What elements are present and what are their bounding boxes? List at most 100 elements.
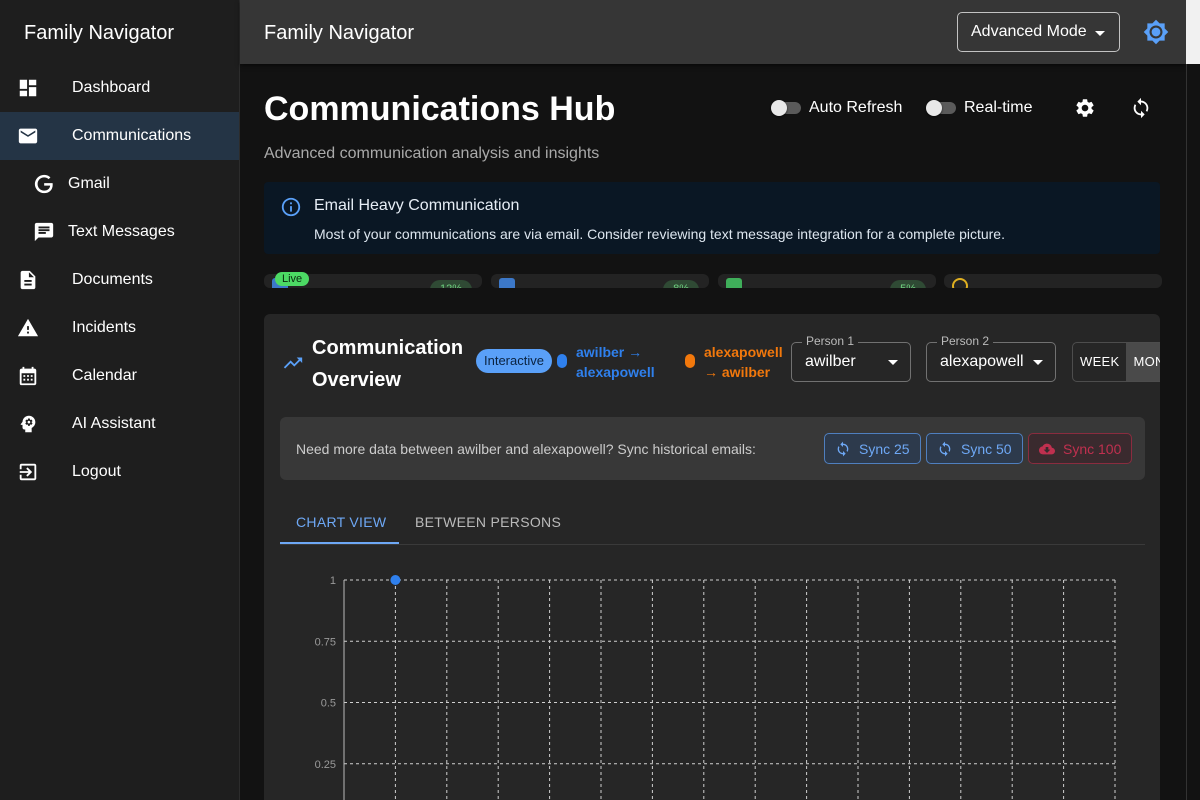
mail-icon [499, 278, 515, 288]
person2-select[interactable]: Person 2 alexapowell [926, 334, 1056, 382]
sync-25-button[interactable]: Sync 25 [824, 433, 921, 464]
brightness-icon[interactable] [1143, 19, 1169, 45]
person1-label: Person 1 [802, 334, 859, 348]
alert-title: Email Heavy Communication [314, 197, 520, 214]
person2-label: Person 2 [937, 334, 994, 348]
sidebar-item-gmail[interactable]: Gmail [0, 160, 239, 208]
info-icon [280, 196, 302, 218]
sidebar-item-label: Communications [72, 127, 192, 144]
trending-up-icon [282, 352, 304, 374]
sidebar-item-label: Dashboard [72, 79, 151, 96]
switch-thumb[interactable] [771, 100, 787, 116]
sms-icon [726, 278, 742, 288]
sidebar-item-label: Text Messages [68, 223, 175, 240]
range-week-button[interactable]: WEEK [1073, 343, 1126, 381]
logout-icon [16, 460, 40, 484]
person2-value: alexapowell [940, 353, 1024, 370]
chevron-down-icon [1033, 360, 1043, 365]
settings-icon[interactable] [1074, 97, 1096, 119]
sync-100-label: Sync 100 [1063, 440, 1122, 457]
overview-tabs: CHART VIEW BETWEEN PERSONS [280, 502, 1145, 545]
sidebar-item-communications[interactable]: Communications [0, 112, 239, 160]
auto-refresh-label: Auto Refresh [809, 99, 903, 116]
mail-icon [16, 124, 40, 148]
live-badge: Live [275, 272, 310, 286]
sync-prompt: Need more data between awilber and alexa… [296, 441, 756, 457]
legend-dot-b [685, 354, 695, 368]
document-icon [16, 268, 40, 292]
sidebar-item-documents[interactable]: Documents [0, 256, 239, 304]
auto-refresh-toggle[interactable]: Auto Refresh [771, 99, 903, 117]
mode-select[interactable]: Advanced Mode [957, 12, 1120, 52]
sidebar-item-label: Calendar [72, 367, 137, 384]
sidebar-item-incidents[interactable]: Incidents [0, 304, 239, 352]
google-icon [32, 172, 56, 196]
tab-indicator [280, 542, 399, 544]
sync-50-label: Sync 50 [961, 440, 1012, 457]
chevron-down-icon [1095, 31, 1105, 36]
sidebar-item-dashboard[interactable]: Dashboard [0, 64, 239, 112]
sync-icon [939, 441, 951, 456]
scrollbar-thumb[interactable] [1186, 64, 1200, 800]
sidebar-item-calendar[interactable]: Calendar [0, 352, 239, 400]
stat-card[interactable]: 5% [718, 274, 936, 288]
switch-thumb[interactable] [926, 100, 942, 116]
stat-card[interactable]: 8% [491, 274, 709, 288]
chat-icon [32, 220, 56, 244]
sidebar-app-title: Family Navigator [24, 22, 175, 44]
sidebar-item-label: AI Assistant [72, 415, 156, 432]
trend-badge: 12% [429, 280, 472, 288]
clock-icon [952, 278, 968, 288]
sidebar-item-logout[interactable]: Logout [0, 448, 239, 496]
sync-50-button[interactable]: Sync 50 [926, 433, 1023, 464]
cloud-download-icon [1039, 443, 1055, 454]
chart-data-point[interactable] [390, 575, 401, 585]
sidebar-item-label: Gmail [68, 175, 110, 192]
y-tick-label: 0.5 [321, 698, 336, 710]
chart-svg: 1 0.75 0.5 0.25 [315, 575, 1116, 800]
switch-track[interactable] [926, 100, 956, 116]
page-subtitle: Advanced communication analysis and insi… [264, 145, 600, 162]
realtime-label: Real-time [964, 99, 1033, 116]
communication-chart[interactable]: 1 0.75 0.5 0.25 [280, 562, 1145, 800]
sidebar-item-label: Documents [72, 271, 153, 288]
trend-badge: 5% [890, 280, 926, 288]
alert-body: Most of your communications are via emai… [314, 226, 1005, 242]
interactive-chip: Interactive [476, 349, 552, 373]
app-title: Family Navigator [264, 22, 415, 44]
y-tick-label: 1 [330, 575, 336, 587]
sidebar-item-label: Incidents [72, 319, 137, 336]
sidebar: Family Navigator Dashboard Communications… [0, 0, 240, 800]
psychology-icon [16, 412, 40, 436]
warning-icon [16, 316, 40, 340]
mode-select-value: Advanced Mode [971, 23, 1087, 40]
calendar-icon [16, 364, 40, 388]
communication-overview-panel: Communication Overview Interactive awilb… [264, 314, 1160, 800]
sync-25-label: Sync 25 [859, 440, 910, 457]
sidebar-item-ai-assistant[interactable]: AI Assistant [0, 400, 239, 448]
legend-series-a[interactable]: awilber → alexapowell [576, 342, 672, 382]
person1-value: awilber [805, 353, 856, 370]
range-month-button[interactable]: MON [1126, 343, 1160, 381]
legend-series-b[interactable]: alexapowell → awilber [704, 342, 790, 382]
switch-track[interactable] [771, 100, 801, 116]
sidebar-item-text-messages[interactable]: Text Messages [0, 208, 239, 256]
tab-chart-view[interactable]: CHART VIEW [296, 514, 386, 530]
refresh-icon[interactable] [1130, 97, 1152, 119]
main-content: Communications Hub Advanced communicatio… [240, 64, 1186, 800]
sync-100-button[interactable]: Sync 100 [1028, 433, 1133, 464]
legend-dot-a [557, 354, 567, 368]
time-range-toggle: WEEK MON [1072, 342, 1160, 382]
sync-bar: Need more data between awilber and alexa… [280, 417, 1145, 480]
y-tick-label: 0.75 [315, 636, 336, 648]
realtime-toggle[interactable]: Real-time [926, 99, 1033, 117]
tab-between-persons[interactable]: BETWEEN PERSONS [415, 514, 561, 530]
sync-icon [837, 441, 849, 456]
stat-card[interactable] [944, 274, 1162, 288]
overview-title: Communication Overview [312, 337, 464, 391]
page-title: Communications Hub [264, 90, 616, 128]
info-alert: Email Heavy Communication Most of your c… [264, 182, 1160, 254]
y-tick-label: 0.25 [315, 759, 336, 771]
chevron-down-icon [888, 360, 898, 365]
person1-select[interactable]: Person 1 awilber [791, 334, 911, 382]
